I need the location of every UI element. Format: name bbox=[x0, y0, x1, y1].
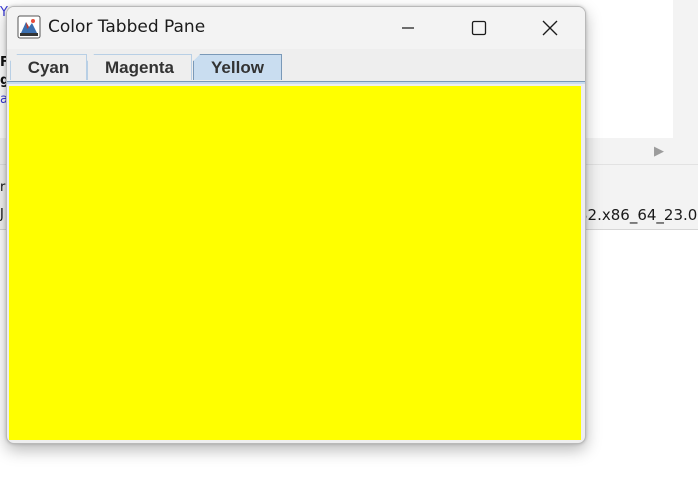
tab-content-border bbox=[7, 81, 585, 84]
title-bar[interactable]: Color Tabbed Pane bbox=[7, 7, 585, 49]
tab-cyan[interactable]: Cyan bbox=[10, 54, 87, 80]
background-path-text: 32.x86_64_23.0 bbox=[578, 206, 698, 224]
close-button[interactable] bbox=[527, 7, 573, 49]
maximize-button[interactable] bbox=[456, 7, 502, 49]
tab-yellow[interactable]: Yellow bbox=[193, 54, 282, 80]
background-text-fragment: r bbox=[0, 180, 6, 195]
minimize-icon bbox=[402, 27, 414, 29]
color-tabbed-pane-window: Color Tabbed Pane Cyan Magenta Yellow bbox=[6, 6, 586, 444]
minimize-button[interactable] bbox=[385, 7, 431, 49]
window-title: Color Tabbed Pane bbox=[48, 17, 206, 37]
scroll-right-arrow-icon[interactable]: ▶ bbox=[652, 142, 666, 160]
tab-strip: Cyan Magenta Yellow bbox=[7, 49, 585, 85]
maximize-icon bbox=[471, 20, 487, 36]
tab-magenta[interactable]: Magenta bbox=[87, 54, 192, 80]
yellow-color-panel bbox=[9, 86, 581, 440]
background-text-fragment: J bbox=[0, 207, 4, 222]
java-app-icon bbox=[17, 15, 41, 39]
close-icon bbox=[542, 20, 558, 36]
